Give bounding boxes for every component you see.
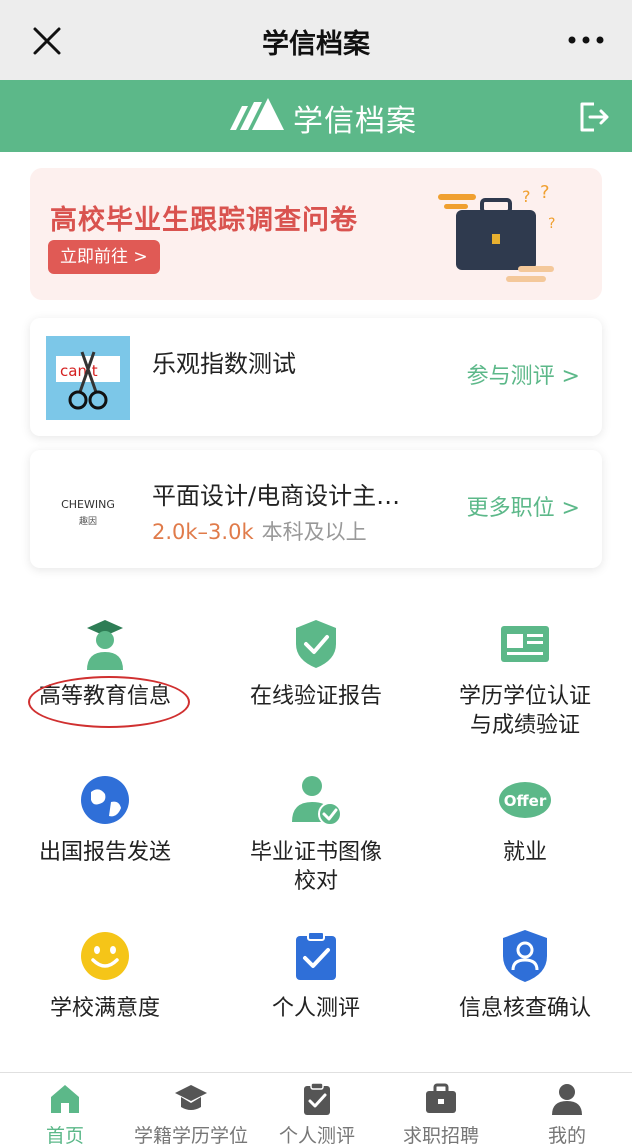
grid-label: 在线验证报告 bbox=[249, 684, 382, 709]
tab-label: 个人测评 bbox=[278, 1125, 355, 1147]
scissors-thumbnail-icon: can t bbox=[46, 336, 130, 420]
survey-banner[interactable]: 高校毕业生跟踪调查问卷 立即前往 > ? ? ? bbox=[30, 168, 602, 300]
grid-label: 学历学位认证 与成绩验证 bbox=[458, 684, 591, 738]
more-jobs-link[interactable]: 更多职位 > bbox=[467, 490, 580, 522]
clipboard-check-icon bbox=[296, 931, 336, 980]
grid-item-info-confirmation[interactable]: 信息核查确认 bbox=[420, 928, 630, 1023]
grid-label: 个人测评 bbox=[271, 996, 360, 1021]
tab-label: 我的 bbox=[547, 1125, 586, 1147]
offer-icon: Offer bbox=[499, 782, 551, 818]
brand-logo-icon bbox=[230, 98, 284, 130]
bottom-tab-bar: 首页 学籍学历学位 个人测评 求职招聘 我的 bbox=[0, 1072, 632, 1148]
company-logo-sub: 趣因 bbox=[79, 515, 97, 527]
briefcase-icon bbox=[426, 1083, 456, 1113]
job-details: 2.0k–3.0k 本科及以上 bbox=[152, 516, 367, 546]
grid-item-online-verification[interactable]: 在线验证报告 bbox=[211, 616, 421, 711]
grid-item-degree-certification[interactable]: 学历学位认证 与成绩验证 bbox=[420, 616, 630, 740]
optimism-test-card[interactable]: can t 乐观指数测试 参与测评 > bbox=[30, 318, 602, 436]
job-salary: 2.0k–3.0k bbox=[152, 520, 254, 544]
highlight-ring bbox=[28, 676, 190, 728]
grid-item-personal-assessment[interactable]: 个人测评 bbox=[211, 928, 421, 1023]
home-icon bbox=[51, 1085, 79, 1113]
tab-label: 学籍学历学位 bbox=[133, 1125, 248, 1147]
go-now-button[interactable]: 立即前往 > bbox=[48, 240, 160, 274]
user-check-icon bbox=[292, 776, 342, 826]
grid-label: 学校满意度 bbox=[49, 996, 160, 1021]
smile-icon bbox=[81, 932, 129, 980]
logout-icon[interactable] bbox=[576, 100, 610, 134]
banner-title: 高校毕业生跟踪调查问卷 bbox=[50, 205, 358, 236]
person-icon bbox=[552, 1084, 582, 1115]
company-logo-icon: CHEWING 趣因 bbox=[46, 468, 130, 552]
grid-item-employment[interactable]: Offer 就业 bbox=[420, 772, 630, 867]
graduate-icon bbox=[87, 620, 123, 670]
shield-check-icon bbox=[296, 620, 336, 668]
tab-label: 首页 bbox=[45, 1125, 84, 1147]
svg-text:?: ? bbox=[540, 182, 550, 203]
tab-mine[interactable]: 我的 bbox=[504, 1081, 630, 1148]
svg-text:Offer: Offer bbox=[504, 792, 547, 810]
main-content: 高校毕业生跟踪调查问卷 立即前往 > ? ? ? can t 乐观指数测试 参与… bbox=[0, 152, 632, 1072]
more-options-icon[interactable] bbox=[566, 30, 606, 50]
page-title: 学信档案 bbox=[262, 29, 370, 60]
tab-job-hunting[interactable]: 求职招聘 bbox=[378, 1081, 504, 1148]
grad-cap-icon bbox=[175, 1085, 207, 1110]
tab-home[interactable]: 首页 bbox=[2, 1081, 128, 1148]
briefcase-illustration-icon: ? ? ? bbox=[438, 182, 555, 282]
tab-label: 求职招聘 bbox=[402, 1125, 479, 1147]
globe-icon bbox=[81, 776, 129, 824]
grid-item-higher-education[interactable]: 高等教育信息 bbox=[0, 616, 210, 728]
grid-label: 出国报告发送 bbox=[38, 840, 171, 865]
svg-text:?: ? bbox=[522, 187, 531, 206]
company-logo-text: CHEWING bbox=[61, 498, 115, 511]
job-education: 本科及以上 bbox=[261, 520, 367, 544]
grid-item-overseas-report[interactable]: 出国报告发送 bbox=[0, 772, 210, 867]
card-title: 乐观指数测试 bbox=[152, 350, 296, 378]
grid-label: 信息核查确认 bbox=[458, 996, 591, 1021]
brand-header: 学信档案 bbox=[0, 80, 632, 152]
user-shield-icon bbox=[503, 930, 547, 982]
svg-text:?: ? bbox=[548, 216, 555, 232]
grid-label: 毕业证书图像 校对 bbox=[249, 840, 382, 894]
clipboard-icon bbox=[304, 1082, 330, 1115]
grid-item-certificate-image[interactable]: 毕业证书图像 校对 bbox=[211, 772, 421, 896]
tab-personal-assessment[interactable]: 个人测评 bbox=[254, 1081, 380, 1148]
brand-name: 学信档案 bbox=[293, 104, 417, 139]
grid-item-school-satisfaction[interactable]: 学校满意度 bbox=[0, 928, 210, 1023]
job-title: 平面设计/电商设计主… bbox=[152, 482, 401, 510]
join-test-link[interactable]: 参与测评 > bbox=[467, 358, 580, 390]
grid-label: 就业 bbox=[502, 840, 547, 865]
job-card[interactable]: CHEWING 趣因 平面设计/电商设计主… 2.0k–3.0k 本科及以上 更多… bbox=[30, 450, 602, 568]
id-card-icon bbox=[501, 626, 549, 662]
title-bar: 学信档案 bbox=[0, 0, 632, 80]
tab-academic-records[interactable]: 学籍学历学位 bbox=[128, 1081, 254, 1148]
